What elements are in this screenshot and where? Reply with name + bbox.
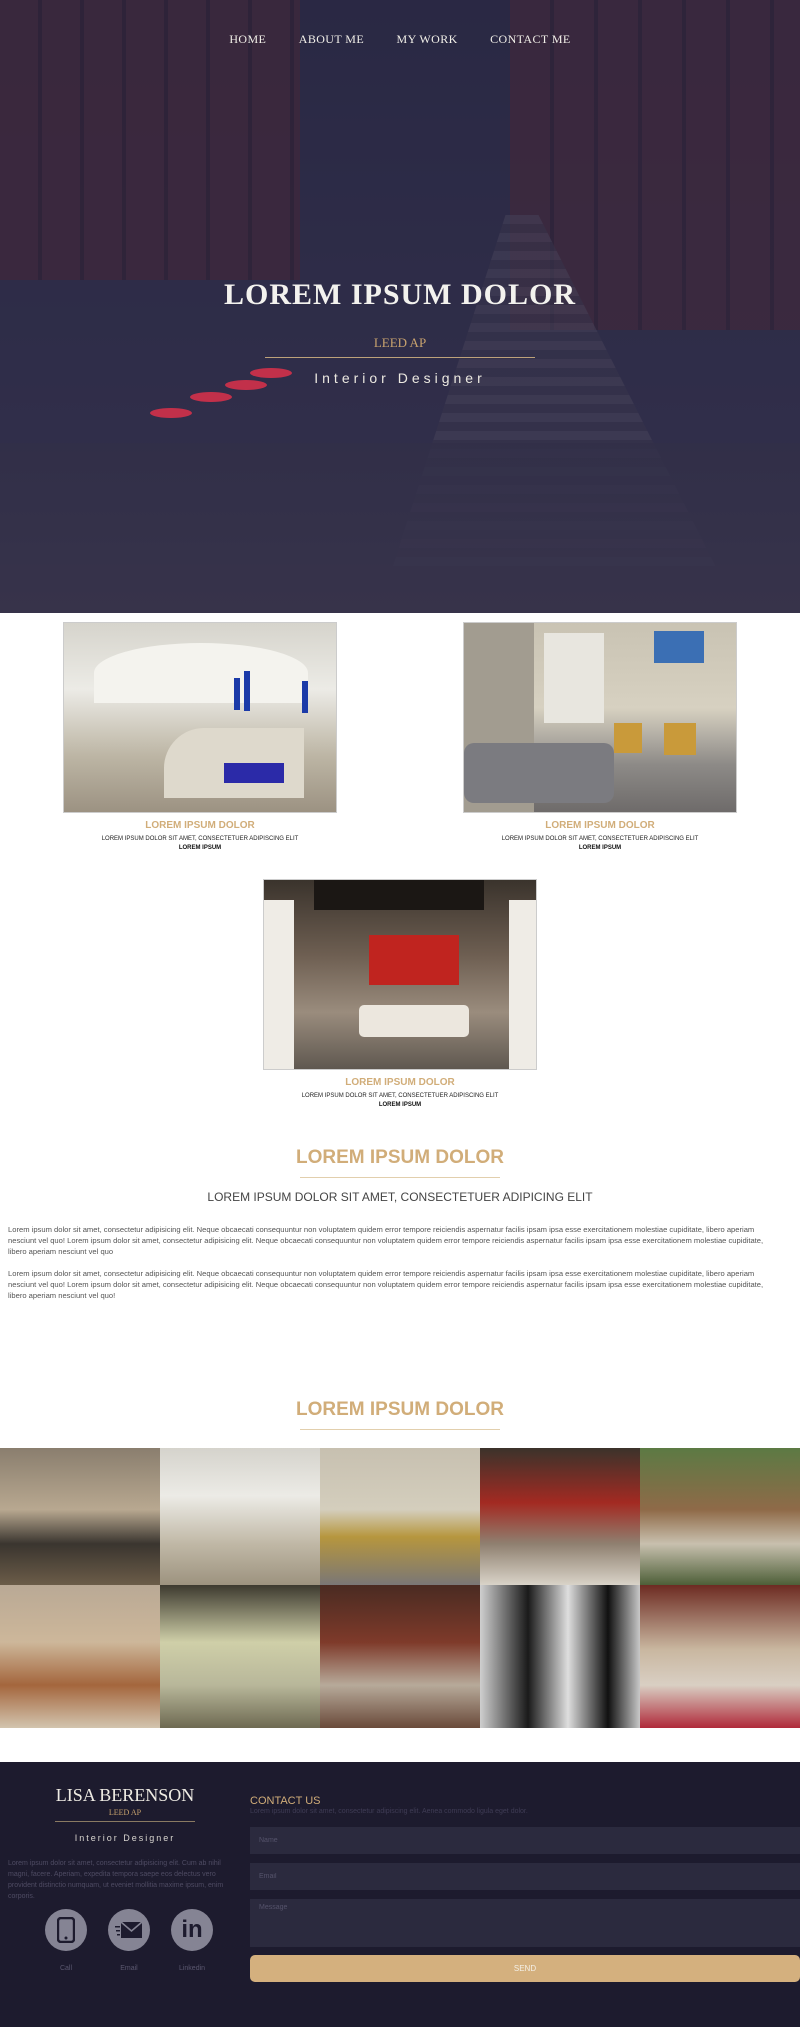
gallery-image[interactable]	[0, 1585, 160, 1728]
gallery-image[interactable]	[160, 1448, 320, 1585]
about-paragraph: Lorem ipsum dolor sit amet, consectetur …	[8, 1269, 764, 1300]
about-divider	[300, 1177, 500, 1178]
gallery-grid	[0, 1448, 800, 1728]
email-icon[interactable]	[108, 1909, 150, 1951]
project-title: LOREM IPSUM DOLOR	[345, 1077, 455, 1088]
hero-divider	[265, 357, 535, 358]
gallery-image[interactable]	[640, 1448, 800, 1585]
footer-about: Lorem ipsum dolor sit amet, consectetur …	[8, 1860, 224, 1900]
email-label: Email	[120, 1965, 138, 1972]
red-wall	[369, 935, 459, 985]
project-label: LOREM IPSUM	[578, 845, 622, 851]
gallery-divider	[300, 1429, 500, 1430]
hero-subtitle: LEED AP	[373, 335, 427, 350]
blue-light	[244, 671, 250, 711]
hero-title: LOREM IPSUM DOLOR	[223, 278, 576, 311]
project-label: LOREM IPSUM	[178, 845, 222, 851]
armchair	[664, 723, 696, 755]
footer-leed: LEED AP	[108, 1808, 142, 1817]
gallery-image[interactable]	[320, 1448, 480, 1585]
nav-contact-me[interactable]: CONTACT ME	[490, 32, 571, 47]
sofa	[464, 743, 614, 803]
project-subtitle: LOREM IPSUM DOLOR SIT AMET, CONSECTETUER…	[501, 836, 699, 842]
nav-home[interactable]: HOME	[229, 32, 266, 47]
blue-light	[302, 681, 308, 713]
column	[509, 900, 536, 1069]
nav-my-work[interactable]: MY WORK	[397, 32, 458, 47]
about-subtitle: LOREM IPSUM DOLOR SIT AMET, CONSECTETUER…	[207, 1190, 593, 1204]
footer-social: Call Email in Linkedin	[44, 1909, 214, 1972]
project-image-reception[interactable]	[63, 622, 337, 813]
project-subtitle: LOREM IPSUM DOLOR SIT AMET, CONSECTETUER…	[101, 836, 299, 842]
gallery-title: LOREM IPSUM DOLOR	[296, 1399, 504, 1420]
project-image-lounge[interactable]	[263, 879, 537, 1070]
call-link[interactable]: Call	[44, 1909, 88, 1972]
contact-text: Lorem ipsum dolor sit amet, consectetur …	[250, 1808, 528, 1815]
name-field[interactable]	[250, 1827, 800, 1854]
gallery-image[interactable]	[320, 1585, 480, 1728]
armchair	[614, 723, 642, 753]
call-label: Call	[59, 1965, 73, 1972]
desk-accent	[224, 763, 284, 783]
project-card[interactable]: LOREM IPSUM DOLOR LOREM IPSUM DOLOR SIT …	[263, 879, 537, 1108]
gallery-image[interactable]	[0, 1448, 160, 1585]
project-card[interactable]: LOREM IPSUM DOLOR LOREM IPSUM DOLOR SIT …	[63, 622, 337, 851]
project-subtitle: LOREM IPSUM DOLOR SIT AMET, CONSECTETUER…	[301, 1093, 499, 1099]
send-button[interactable]: SEND	[250, 1955, 800, 1982]
project-image-living-room[interactable]	[463, 622, 737, 813]
hero-section: HOME ABOUT ME MY WORK CONTACT ME LOREM I…	[0, 0, 800, 613]
gallery-image[interactable]	[160, 1585, 320, 1728]
project-title: LOREM IPSUM DOLOR	[545, 820, 655, 831]
footer-divider	[55, 1821, 195, 1822]
linkedin-label: Linkedin	[178, 1965, 206, 1972]
blue-light	[234, 678, 240, 710]
phone-icon[interactable]	[45, 1909, 87, 1951]
sofa	[359, 1005, 469, 1037]
message-field[interactable]	[250, 1899, 800, 1947]
contact-title: CONTACT US	[250, 1795, 321, 1807]
project-label: LOREM IPSUM	[378, 1102, 422, 1108]
project-title: LOREM IPSUM DOLOR	[145, 820, 255, 831]
wall-tv	[654, 631, 704, 663]
about-paragraph: Lorem ipsum dolor sit amet, consectetur …	[8, 1225, 764, 1256]
project-card[interactable]: LOREM IPSUM DOLOR LOREM IPSUM DOLOR SIT …	[463, 622, 737, 851]
window	[544, 633, 604, 723]
linkedin-link[interactable]: in Linkedin	[170, 1909, 214, 1972]
footer-name: LISA BERENSON	[55, 1785, 195, 1805]
gallery-image[interactable]	[640, 1585, 800, 1728]
main-nav: HOME ABOUT ME MY WORK CONTACT ME	[0, 30, 800, 48]
hero-role: Interior Designer	[314, 370, 486, 386]
gallery-image[interactable]	[480, 1448, 640, 1585]
footer-role: Interior Designer	[74, 1833, 176, 1843]
linkedin-icon[interactable]: in	[171, 1909, 213, 1951]
gallery-image[interactable]	[480, 1585, 640, 1728]
balcony	[314, 880, 484, 910]
email-link[interactable]: Email	[107, 1909, 151, 1972]
hero-chair	[150, 408, 192, 418]
hero-chair	[190, 392, 232, 402]
footer: LISA BERENSON LEED AP Interior Designer …	[0, 1762, 800, 2027]
about-title: LOREM IPSUM DOLOR	[296, 1147, 504, 1168]
ceiling-shape	[94, 643, 308, 703]
column	[264, 900, 294, 1069]
nav-about-me[interactable]: ABOUT ME	[299, 32, 364, 47]
email-field[interactable]	[250, 1863, 800, 1890]
